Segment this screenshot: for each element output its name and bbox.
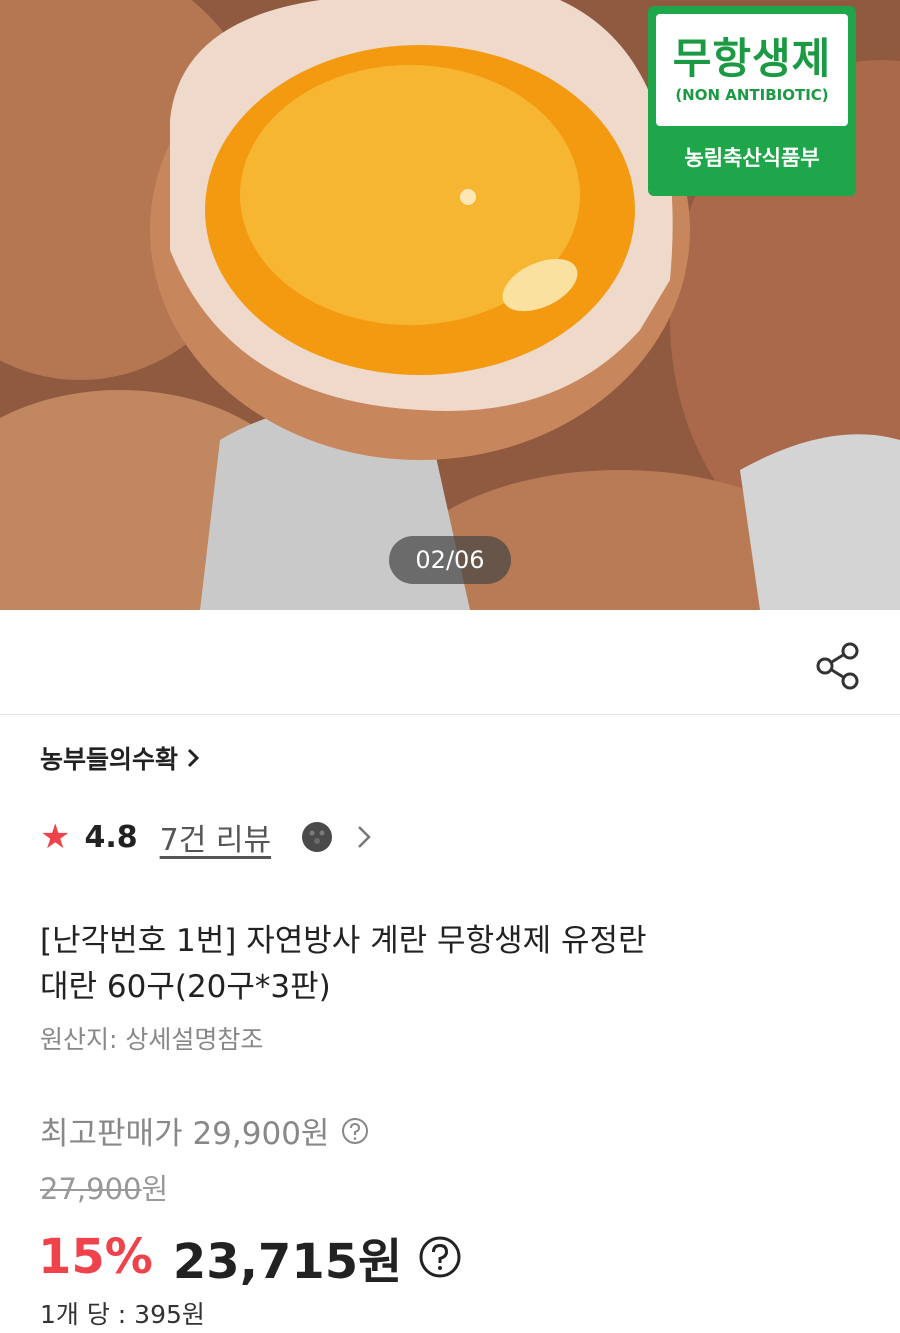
product-image-gallery[interactable]: 무항생제 (NON ANTIBIOTIC) 농림축산식품부 02/06 (0, 0, 900, 610)
share-icon[interactable] (812, 640, 864, 692)
discount-rate: 15% (38, 1229, 153, 1285)
unit-price: 1개 당 : 395원 (40, 1300, 205, 1329)
final-price: 23,715원 (172, 1234, 403, 1290)
origin-text: 원산지: 상세설명참조 (40, 1025, 264, 1054)
badge-inner: 무항생제 (NON ANTIBIOTIC) (656, 14, 848, 126)
original-price: 27,900원 (40, 1166, 168, 1208)
chevron-right-icon (187, 748, 200, 768)
badge-main-text: 무항생제 (672, 33, 832, 83)
rating-score: 4.8 (84, 819, 138, 855)
product-title-line1: [난각번호 1번] 자연방사 계란 무항생제 유정란 (40, 923, 647, 959)
final-price-row: 15% 23,715원 (38, 1222, 462, 1292)
review-count-link[interactable]: 7건 리뷰 (160, 815, 271, 859)
help-icon[interactable] (341, 1117, 369, 1145)
antibiotic-free-certification-badge: 무항생제 (NON ANTIBIOTIC) 농림축산식품부 (648, 6, 856, 196)
original-price-value: 27,900 (40, 1172, 142, 1206)
star-icon: ★ (40, 817, 71, 857)
max-price-row: 최고판매가 29,900원 (40, 1108, 369, 1153)
badge-foot-text: 농림축산식품부 (684, 146, 820, 170)
help-icon[interactable] (418, 1235, 462, 1279)
chevron-right-icon (358, 826, 371, 848)
share-bar (0, 610, 900, 715)
max-price-text: 최고판매가 29,900원 (40, 1116, 330, 1152)
badge-sub-text: (NON ANTIBIOTIC) (675, 86, 829, 105)
seller-link[interactable]: 농부들의수확 (40, 740, 200, 776)
image-counter: 02/06 (389, 536, 511, 584)
product-title: [난각번호 1번] 자연방사 계란 무항생제 유정란 대란 60구(20구*3판… (40, 918, 820, 1010)
product-title-line2: 대란 60구(20구*3판) (40, 969, 331, 1005)
original-price-unit: 원 (141, 1172, 169, 1206)
rating-row[interactable]: ★ 4.8 7건 리뷰 (40, 815, 373, 859)
seller-name: 농부들의수확 (40, 745, 179, 774)
reviewer-avatar-icon (302, 822, 333, 852)
